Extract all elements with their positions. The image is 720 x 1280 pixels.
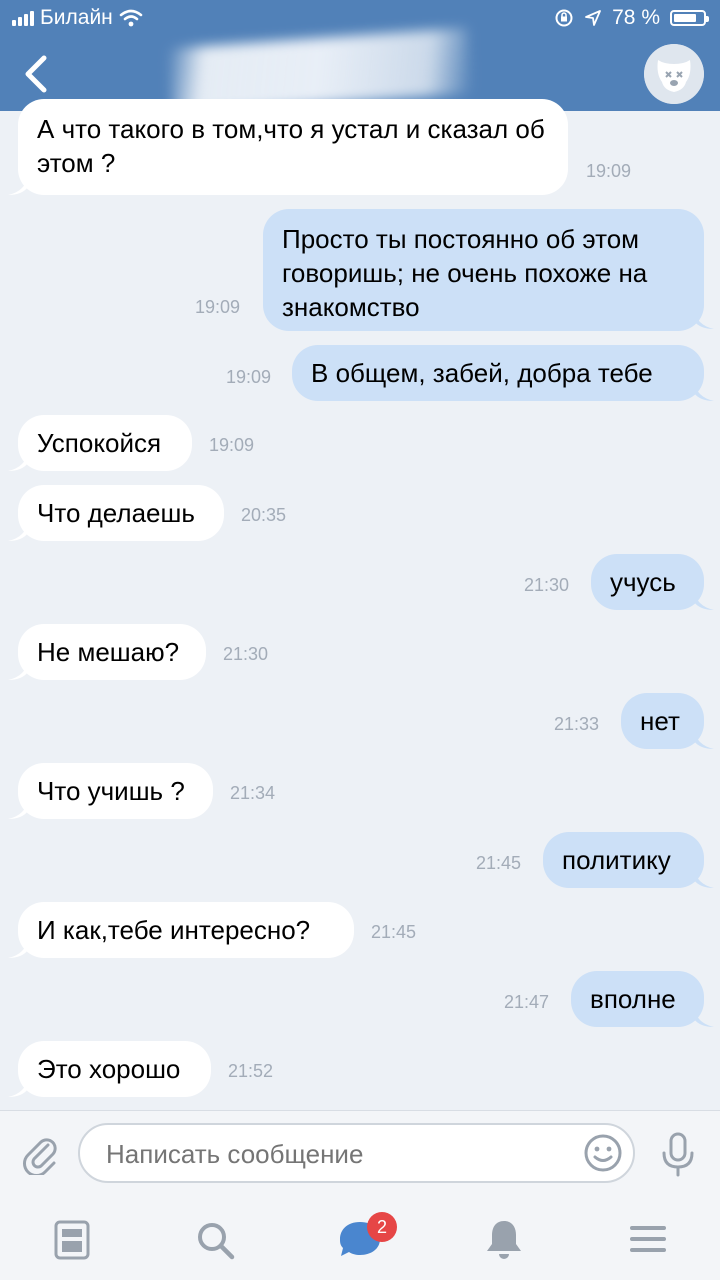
message-bubble[interactable]: Это хорошо — [18, 1041, 211, 1097]
message-time: 19:09 — [226, 367, 272, 387]
status-carrier: Билайн — [12, 6, 143, 30]
message-composer — [0, 1110, 720, 1199]
message-input-wrapper[interactable] — [78, 1123, 635, 1183]
chat-header: Билайн 78 % — [0, 0, 720, 111]
search-icon — [198, 1223, 235, 1260]
message-bubble[interactable]: учусь — [591, 554, 704, 610]
message-bubble[interactable]: Просто ты постоянно об этом говоришь; не… — [263, 209, 704, 331]
bubble-tail — [694, 1007, 714, 1027]
message-text: нет — [640, 706, 680, 736]
status-indicators: 78 % — [554, 6, 709, 30]
tab-menu[interactable] — [618, 1208, 678, 1268]
location-icon — [585, 10, 602, 26]
battery-fill — [674, 14, 696, 22]
chevron-left-icon — [25, 55, 47, 93]
message-list[interactable]: А что такого в том,что я устал и сказал … — [0, 99, 720, 1110]
newspaper-icon — [54, 1220, 90, 1260]
message-text: Это хорошо — [37, 1054, 181, 1084]
message-time: 21:47 — [504, 992, 550, 1012]
message-text: учусь — [610, 567, 676, 597]
message-text: политику — [562, 845, 671, 875]
battery-percent: 78 % — [612, 6, 660, 29]
microphone-icon — [662, 1132, 694, 1177]
back-button[interactable] — [16, 52, 56, 96]
bubble-tail — [694, 590, 714, 610]
message-time: 19:09 — [586, 161, 632, 181]
emoji-button[interactable] — [583, 1133, 623, 1173]
tab-bar — [0, 1198, 720, 1280]
message-bubble[interactable]: Успокойся — [18, 415, 192, 471]
tab-notifications[interactable] — [474, 1208, 534, 1268]
message-text: А что такого в том,что я устал и сказал … — [37, 114, 545, 178]
tab-news[interactable] — [42, 1208, 102, 1268]
signal-icon — [12, 10, 34, 26]
rotation-lock-icon — [555, 9, 573, 27]
bubble-tail — [694, 729, 714, 749]
message-text: В общем, забей, добра тебе — [311, 358, 653, 388]
tab-search[interactable] — [186, 1208, 246, 1268]
message-time: 21:34 — [230, 783, 276, 803]
hamburger-menu-icon — [630, 1226, 666, 1252]
message-input[interactable] — [106, 1139, 566, 1170]
voice-message-button[interactable] — [656, 1131, 700, 1179]
message-bubble[interactable]: Что делаешь — [18, 485, 224, 541]
battery-icon — [670, 10, 709, 26]
message-bubble[interactable]: Что учишь ? — [18, 763, 213, 819]
carrier-label: Билайн — [40, 6, 113, 29]
dog-avatar-icon — [644, 44, 704, 104]
message-text: Успокойся — [37, 428, 162, 458]
bubble-tail — [694, 309, 714, 329]
message-time: 21:33 — [554, 714, 600, 734]
message-time: 21:45 — [476, 853, 522, 873]
bubble-tail — [8, 521, 28, 541]
message-bubble[interactable]: политику — [543, 832, 704, 888]
bubble-tail — [694, 868, 714, 888]
message-bubble[interactable]: Не мешаю? — [18, 624, 206, 680]
unread-messages-badge: 2 — [367, 1212, 397, 1242]
smiley-icon — [584, 1134, 622, 1172]
bubble-tail — [8, 1077, 28, 1097]
message-bubble[interactable]: А что такого в том,что я устал и сказал … — [18, 99, 568, 195]
message-text: Что учишь ? — [37, 776, 185, 806]
message-time: 21:30 — [524, 575, 570, 595]
bubble-tail — [8, 451, 28, 471]
message-bubble[interactable]: вполне — [571, 971, 704, 1027]
message-time: 21:45 — [371, 922, 417, 942]
attach-button[interactable] — [18, 1131, 62, 1177]
bell-icon — [487, 1221, 521, 1259]
bubble-tail — [8, 175, 28, 195]
message-time: 21:30 — [223, 644, 269, 664]
bubble-tail — [8, 799, 28, 819]
message-bubble[interactable]: И как,тебе интересно? — [18, 902, 354, 958]
message-bubble[interactable]: В общем, забей, добра тебе — [292, 345, 704, 401]
message-text: Не мешаю? — [37, 637, 180, 667]
avatar[interactable] — [644, 44, 704, 104]
bubble-tail — [8, 660, 28, 680]
message-text: вполне — [590, 984, 676, 1014]
message-time: 19:09 — [195, 297, 241, 317]
message-text: И как,тебе интересно? — [37, 915, 311, 945]
message-time: 20:35 — [241, 505, 287, 525]
message-text: Что делаешь — [37, 498, 195, 528]
wifi-icon — [119, 9, 143, 27]
message-time: 19:09 — [209, 435, 255, 455]
bubble-tail — [8, 938, 28, 958]
bubble-tail — [694, 381, 714, 401]
message-time: 21:52 — [228, 1061, 274, 1081]
paperclip-icon — [23, 1138, 57, 1177]
message-bubble[interactable]: нет — [621, 693, 704, 749]
message-text: Просто ты постоянно об этом говоришь; не… — [282, 224, 648, 322]
